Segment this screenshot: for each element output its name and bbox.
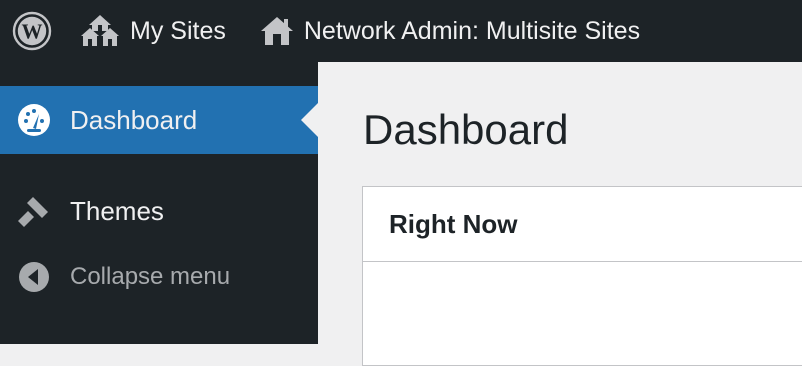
my-sites-menu[interactable]: My Sites bbox=[80, 0, 226, 62]
multisite-houses-icon bbox=[80, 14, 120, 48]
dashboard-gauge-icon bbox=[16, 102, 52, 138]
paintbrush-icon bbox=[16, 193, 52, 229]
collapse-menu-button[interactable]: Collapse menu bbox=[0, 252, 318, 302]
svg-text:W: W bbox=[22, 20, 43, 44]
network-admin-label: Network Admin: Multisite Sites bbox=[303, 16, 641, 45]
wordpress-logo-icon: W bbox=[12, 11, 52, 51]
admin-sidebar: Dashboard Themes Collapse menu bbox=[0, 62, 318, 344]
right-now-widget: Right Now bbox=[362, 186, 802, 366]
wordpress-logo-button[interactable]: W bbox=[0, 0, 64, 62]
widget-header[interactable]: Right Now bbox=[363, 187, 802, 262]
sidebar-item-themes[interactable]: Themes bbox=[0, 186, 318, 236]
network-admin-menu[interactable]: Network Admin: Multisite Sites bbox=[260, 0, 640, 62]
sidebar-item-dashboard[interactable]: Dashboard bbox=[0, 86, 318, 154]
collapse-arrow-icon bbox=[16, 259, 52, 295]
collapse-menu-label: Collapse menu bbox=[70, 263, 231, 290]
page-title: Dashboard bbox=[363, 106, 569, 153]
widget-title: Right Now bbox=[389, 208, 518, 239]
admin-bar: W My Sites Network Admin: Multisite Site… bbox=[0, 0, 802, 62]
sidebar-item-label: Dashboard bbox=[70, 104, 198, 135]
sidebar-item-label: Themes bbox=[70, 195, 164, 226]
home-icon bbox=[260, 15, 294, 47]
my-sites-label: My Sites bbox=[130, 16, 226, 45]
